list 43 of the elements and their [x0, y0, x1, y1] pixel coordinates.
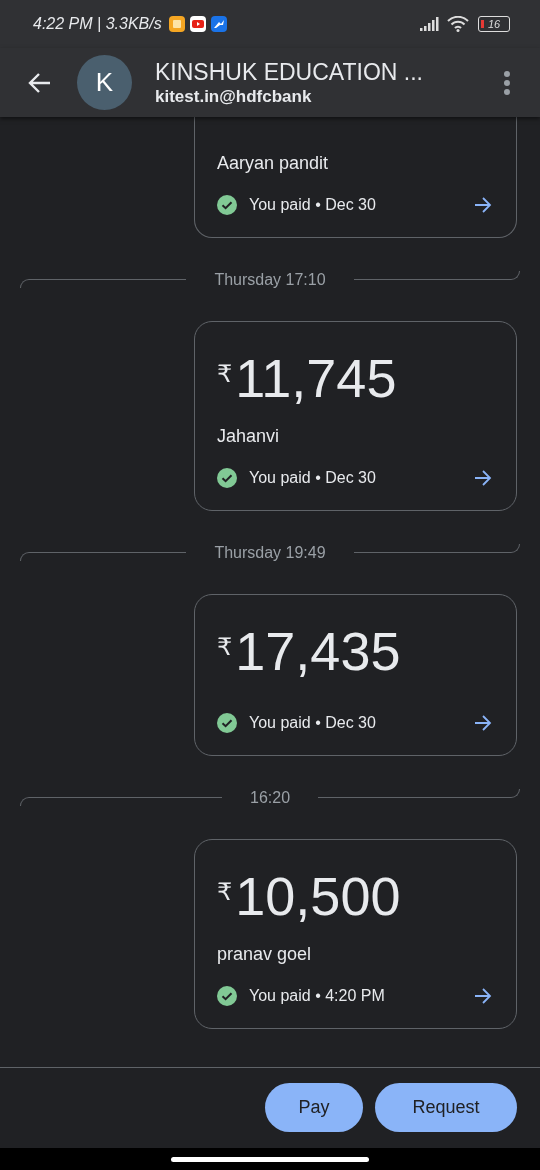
signal-icon	[420, 17, 442, 31]
arrow-right-icon[interactable]	[474, 988, 492, 1004]
payment-amount: 17,435	[235, 620, 401, 683]
payment-status: You paid • Dec 30	[249, 196, 377, 214]
payee-name: pranav goel	[217, 943, 312, 966]
pay-button[interactable]: Pay	[265, 1083, 363, 1132]
request-button[interactable]: Request	[375, 1083, 517, 1132]
payee-name: Aaryan pandit	[217, 152, 329, 175]
arrow-right-icon[interactable]	[474, 715, 492, 731]
payment-card[interactable]: ₹17,435 You paid • Dec 30	[194, 594, 517, 756]
date-separator: Thursday 17:10	[214, 270, 326, 289]
check-circle-icon	[217, 195, 237, 215]
payment-status: You paid • Dec 30	[249, 714, 377, 732]
check-circle-icon	[217, 986, 237, 1006]
contact-name: KINSHUK EDUCATION ...	[155, 57, 424, 86]
wifi-icon	[447, 16, 469, 32]
date-separator: 16:20	[250, 788, 291, 807]
payment-card[interactable]: ₹11,745 Jahanvi You paid • Dec 30	[194, 321, 517, 511]
date-separator: Thursday 19:49	[214, 543, 326, 562]
payment-status: You paid • Dec 30	[249, 469, 377, 487]
back-arrow-icon[interactable]	[27, 71, 51, 94]
check-circle-icon	[217, 468, 237, 488]
arrow-right-icon[interactable]	[474, 470, 492, 486]
rupee-symbol: ₹	[217, 360, 233, 388]
payment-card[interactable]: Aaryan pandit You paid • Dec 30	[194, 117, 517, 238]
payment-card[interactable]: ₹10,500 pranav goel You paid • 4:20 PM	[194, 839, 517, 1029]
arrow-right-icon[interactable]	[474, 197, 492, 213]
payment-status: You paid • 4:20 PM	[249, 987, 386, 1005]
rupee-symbol: ₹	[217, 878, 233, 906]
home-indicator[interactable]	[171, 1156, 369, 1162]
bird-app-icon	[210, 16, 227, 32]
status-time-speed: 4:22 PM | 3.3KB/s	[33, 15, 162, 33]
payment-amount: 11,745	[235, 347, 397, 410]
play-app-icon	[189, 16, 206, 32]
payee-name: Jahanvi	[217, 425, 280, 448]
check-circle-icon	[217, 713, 237, 733]
more-options-icon[interactable]	[504, 70, 510, 95]
avatar: K	[77, 55, 132, 110]
rupee-symbol: ₹	[217, 633, 233, 661]
gallery-app-icon	[168, 16, 185, 32]
payment-amount: 10,500	[235, 865, 401, 928]
battery-indicator: 16	[478, 16, 510, 32]
contact-upi-id: kitest.in@hdfcbank	[155, 85, 313, 108]
